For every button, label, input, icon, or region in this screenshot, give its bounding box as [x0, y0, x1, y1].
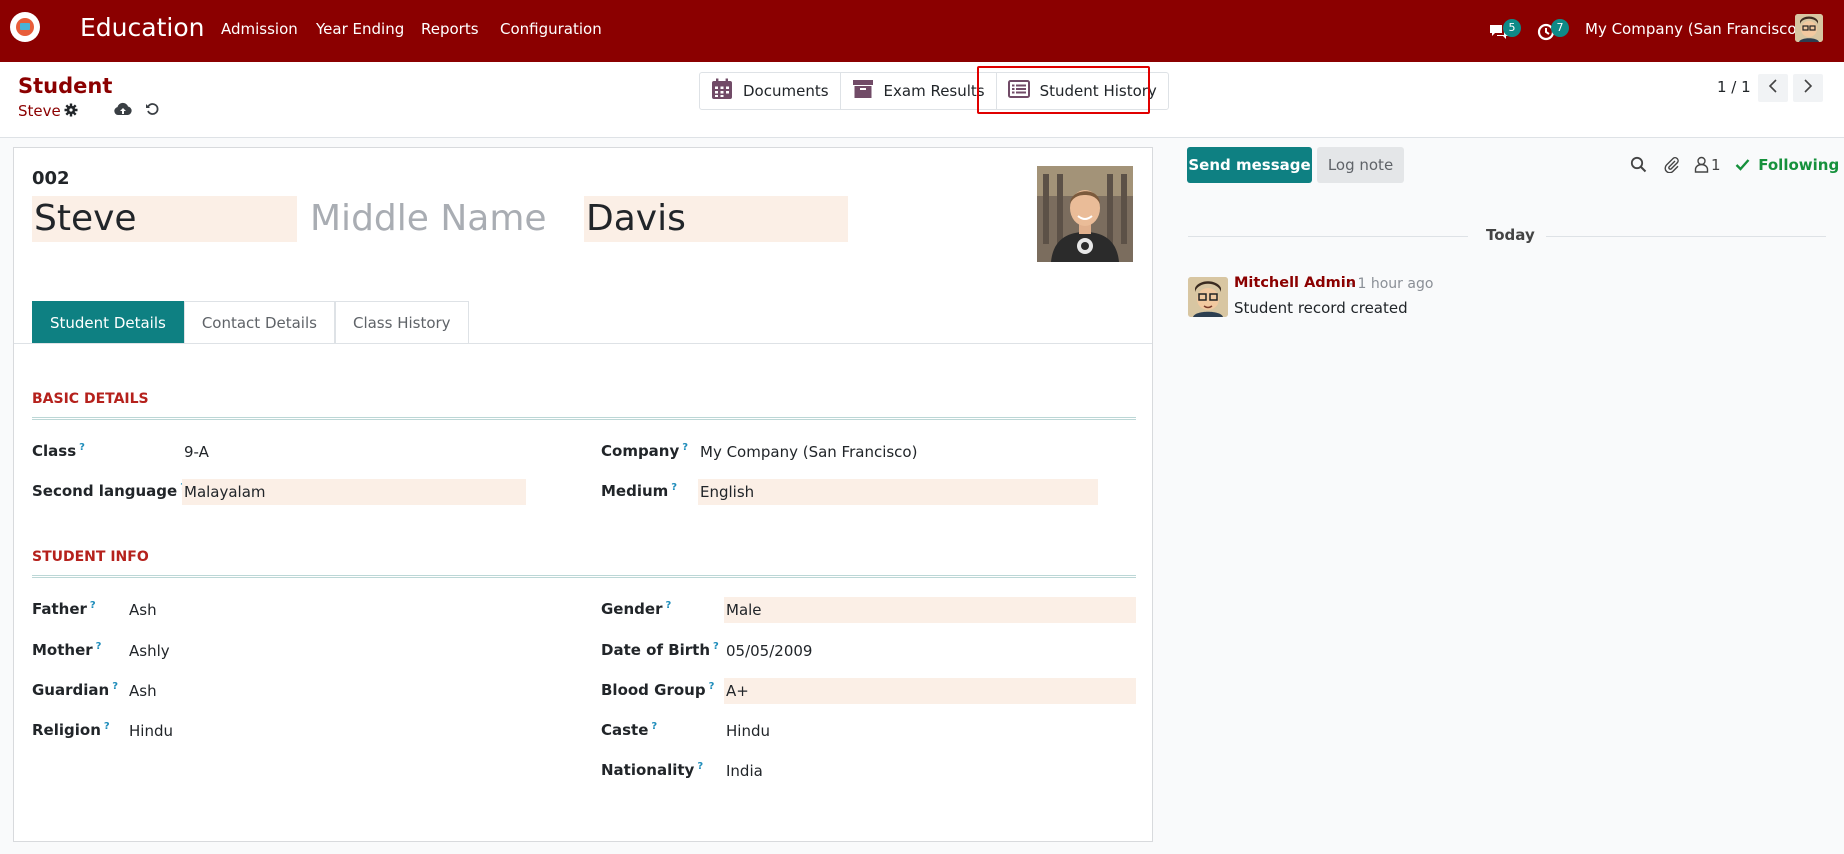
section-divider	[32, 575, 1136, 578]
section-student-info: STUDENT INFO	[32, 549, 149, 565]
form-sheet: 002 Steve Middle Name Davis Student Deta…	[13, 147, 1153, 842]
blood-group-label: Blood Group?	[601, 681, 715, 699]
help-tooltip[interactable]: ?	[90, 600, 96, 611]
gear-icon[interactable]	[64, 103, 78, 121]
medium-field[interactable]: English	[698, 479, 1098, 505]
father-label: Father?	[32, 600, 96, 618]
medium-label: Medium?	[601, 482, 678, 500]
student-reference: 002	[32, 168, 70, 189]
message-author[interactable]: Mitchell Admin	[1234, 275, 1356, 291]
last-name-field[interactable]: Davis	[584, 196, 848, 242]
app-name[interactable]: Education	[80, 13, 204, 42]
message-time: - 1 hour ago	[1348, 276, 1434, 292]
activities-badge: 7	[1551, 19, 1569, 37]
pager-value[interactable]: 1 / 1	[1717, 78, 1751, 96]
help-tooltip[interactable]: ?	[112, 681, 118, 692]
help-tooltip[interactable]: ?	[79, 442, 85, 453]
help-tooltip[interactable]: ?	[665, 600, 671, 611]
date-of-birth-label: Date of Birth?	[601, 641, 719, 659]
help-tooltip[interactable]: ?	[651, 721, 657, 732]
top-navbar: Education Admission Year Ending Reports …	[0, 0, 1844, 62]
blood-group-field[interactable]: A+	[724, 678, 1136, 704]
followers-count[interactable]: 1	[1711, 156, 1721, 174]
mother-label: Mother?	[32, 641, 102, 659]
log-note-button[interactable]: Log note	[1317, 147, 1404, 183]
company-label: Company?	[601, 442, 689, 460]
tab-class-history[interactable]: Class History	[334, 301, 469, 343]
control-panel: Student Steve Documents Exam Results Stu…	[0, 62, 1844, 138]
second-language-label: Second language?	[32, 482, 186, 500]
exam-results-button[interactable]: Exam Results	[841, 73, 997, 109]
chevron-left-icon	[1768, 79, 1778, 97]
help-tooltip[interactable]: ?	[682, 442, 688, 453]
archive-icon	[852, 79, 874, 103]
caste-field[interactable]: Hindu	[724, 718, 770, 744]
documents-label: Documents	[743, 82, 829, 100]
menu-admission[interactable]: Admission	[221, 20, 298, 38]
help-tooltip[interactable]: ?	[104, 721, 110, 732]
pager-previous-button[interactable]	[1758, 74, 1788, 102]
tab-student-details[interactable]: Student Details	[32, 301, 184, 343]
user-icon[interactable]	[1694, 156, 1709, 177]
guardian-label: Guardian?	[32, 681, 119, 699]
mother-field[interactable]: Ashly	[127, 638, 170, 664]
second-language-field[interactable]: Malayalam	[182, 479, 526, 505]
caste-label: Caste?	[601, 721, 658, 739]
date-separator-line	[1188, 236, 1468, 237]
section-divider	[32, 417, 1136, 420]
guardian-field[interactable]: Ash	[127, 678, 157, 704]
pager-next-button[interactable]	[1793, 74, 1823, 102]
religion-field[interactable]: Hindu	[127, 718, 173, 744]
chevron-right-icon	[1803, 79, 1813, 97]
tab-contact-details[interactable]: Contact Details	[183, 301, 335, 343]
student-photo[interactable]	[1037, 166, 1133, 262]
help-tooltip[interactable]: ?	[671, 482, 677, 493]
first-name-field[interactable]: Steve	[32, 196, 297, 242]
discard-icon[interactable]	[145, 102, 159, 120]
help-tooltip[interactable]: ?	[697, 761, 703, 772]
class-label: Class?	[32, 442, 85, 460]
father-field[interactable]: Ash	[127, 597, 157, 623]
cloud-upload-icon[interactable]	[114, 102, 132, 120]
gender-label: Gender?	[601, 600, 672, 618]
gender-field[interactable]: Male	[724, 597, 1136, 623]
exam-results-label: Exam Results	[883, 82, 985, 100]
help-tooltip[interactable]: ?	[713, 641, 719, 652]
breadcrumb-record: Steve	[18, 102, 61, 120]
religion-label: Religion?	[32, 721, 110, 739]
date-separator: Today	[1486, 226, 1535, 244]
home-menu-icon[interactable]	[10, 12, 40, 42]
form-tabs: Student Details Contact Details Class Hi…	[32, 301, 469, 343]
company-field[interactable]: My Company (San Francisco)	[698, 439, 917, 465]
date-separator-line	[1546, 236, 1826, 237]
following-button[interactable]: Following	[1735, 156, 1839, 174]
calendar-icon	[711, 78, 733, 104]
menu-year-ending[interactable]: Year Ending	[316, 20, 404, 38]
nationality-label: Nationality?	[601, 761, 704, 779]
middle-name-field[interactable]: Middle Name	[308, 196, 573, 242]
help-tooltip[interactable]: ?	[709, 681, 715, 692]
user-avatar[interactable]	[1795, 14, 1823, 42]
section-basic-details: BASIC DETAILS	[32, 391, 149, 407]
tabs-divider	[14, 343, 1152, 344]
author-avatar[interactable]	[1188, 277, 1228, 317]
date-of-birth-field[interactable]: 05/05/2009	[724, 638, 812, 664]
following-label: Following	[1758, 156, 1840, 174]
paperclip-icon[interactable]	[1663, 156, 1680, 177]
search-icon[interactable]	[1630, 156, 1647, 177]
messages-badge: 5	[1503, 19, 1521, 37]
menu-configuration[interactable]: Configuration	[500, 20, 602, 38]
menu-reports[interactable]: Reports	[421, 20, 479, 38]
check-icon	[1735, 156, 1750, 174]
nationality-field[interactable]: India	[724, 758, 763, 784]
highlight-box	[977, 66, 1150, 114]
documents-button[interactable]: Documents	[700, 73, 841, 109]
breadcrumb-model[interactable]: Student	[18, 74, 112, 98]
class-field[interactable]: 9-A	[182, 439, 209, 465]
help-tooltip[interactable]: ?	[96, 641, 102, 652]
message-body: Student record created	[1234, 299, 1408, 317]
send-message-button[interactable]: Send message	[1187, 147, 1312, 183]
company-switcher[interactable]: My Company (San Francisco)	[1585, 20, 1802, 38]
